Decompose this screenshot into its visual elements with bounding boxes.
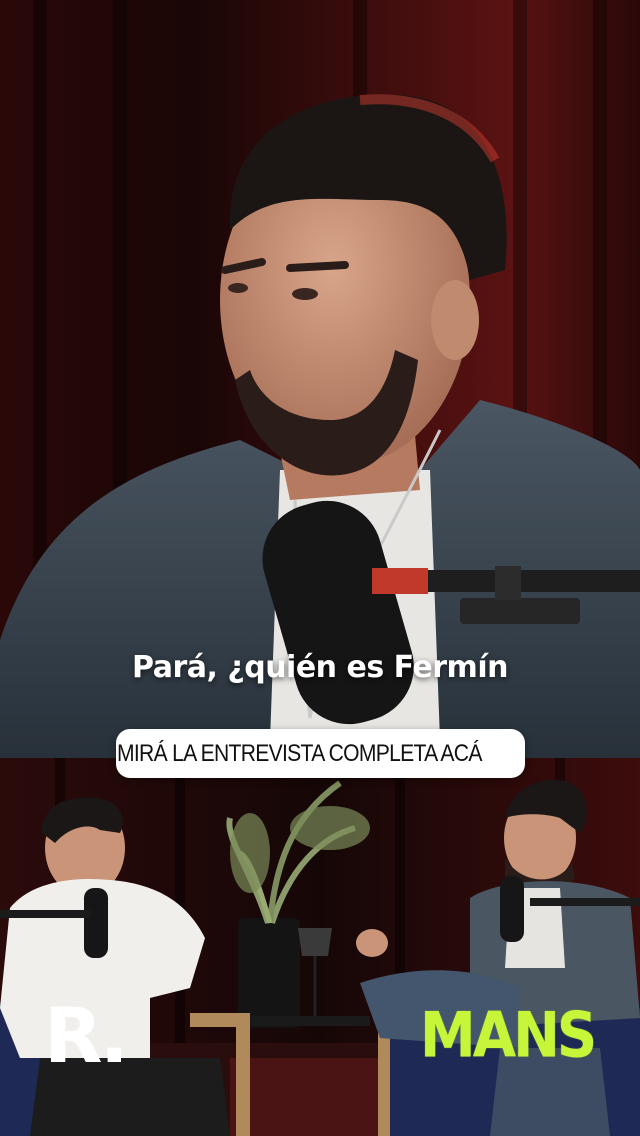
subtitle-caption: Pará, ¿quién es Fermín bbox=[132, 650, 508, 685]
closeup-video-frame: Pará, ¿quién es Fermín bbox=[0, 0, 640, 758]
cta-label: MIRÁ LA ENTREVISTA COMPLETA ACÁ bbox=[117, 739, 482, 767]
r-logo: R. bbox=[44, 991, 129, 1080]
watch-full-interview-link[interactable]: MIRÁ LA ENTREVISTA COMPLETA ACÁ bbox=[116, 729, 525, 778]
mans-logo: MANS bbox=[420, 999, 597, 1073]
closeup-scene bbox=[0, 0, 640, 758]
